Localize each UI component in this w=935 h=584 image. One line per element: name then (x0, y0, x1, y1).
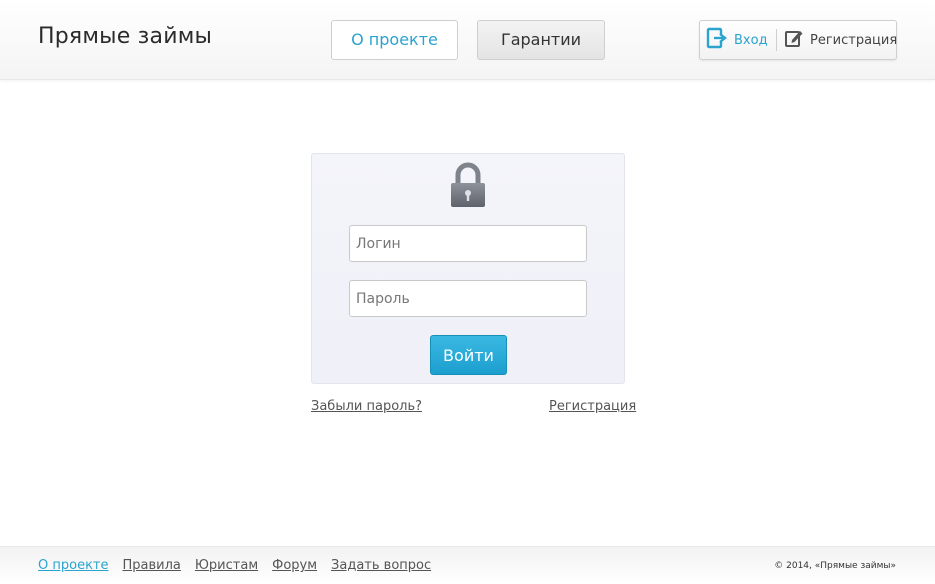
edit-icon (784, 28, 804, 52)
footer-link-rules[interactable]: Правила (123, 558, 181, 573)
login-panel: Войти (311, 153, 625, 384)
footer-link-forum[interactable]: Форум (272, 558, 317, 573)
site-logo[interactable]: Прямые займы (38, 24, 212, 49)
auth-box: Вход Регистрация (699, 20, 897, 60)
submit-login-button[interactable]: Войти (430, 335, 507, 375)
footer-nav: О проекте Правила Юристам Форум Задать в… (38, 558, 431, 573)
footer-link-ask[interactable]: Задать вопрос (331, 558, 431, 573)
nav-about-button[interactable]: О проекте (331, 20, 458, 60)
nav-guarantees-button[interactable]: Гарантии (477, 20, 605, 60)
footer-link-about[interactable]: О проекте (38, 558, 109, 573)
register-button[interactable]: Регистрация (784, 21, 898, 59)
login-button[interactable]: Вход (706, 21, 772, 59)
register-link[interactable]: Регистрация (549, 399, 636, 414)
site-header: Прямые займы О проекте Гарантии Вход Рег… (0, 0, 935, 80)
site-footer: О проекте Правила Юристам Форум Задать в… (0, 546, 935, 584)
login-label: Вход (734, 32, 768, 48)
footer-link-lawyers[interactable]: Юристам (195, 558, 258, 573)
password-input[interactable] (349, 280, 587, 317)
sign-in-icon (706, 27, 728, 53)
login-input[interactable] (349, 225, 587, 262)
register-label: Регистрация (810, 32, 898, 48)
lock-icon (450, 162, 486, 208)
auth-divider (776, 29, 777, 51)
forgot-password-link[interactable]: Забыли пароль? (311, 399, 422, 414)
copyright: © 2014, «Прямые займы» (774, 561, 896, 571)
